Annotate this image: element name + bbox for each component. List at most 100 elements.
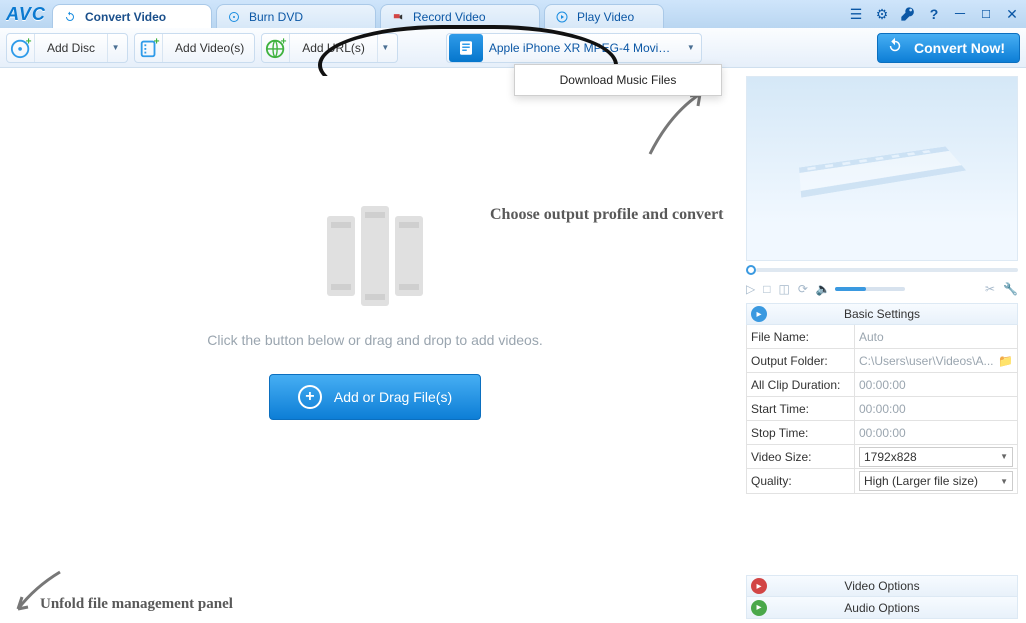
- speaker-icon: 🔈: [816, 282, 831, 296]
- add-disc-button[interactable]: + Add Disc ▼: [6, 33, 128, 63]
- prop-key: Quality:: [747, 469, 855, 493]
- preview-controls: ▷ □ ◫ ⟳ 🔈 ✂ 🔧: [746, 279, 1018, 299]
- right-panel: ▷ □ ◫ ⟳ 🔈 ✂ 🔧 ▸ Basic Settings File Name…: [746, 76, 1018, 619]
- stop-icon[interactable]: □: [763, 282, 770, 296]
- profile-format-icon: [449, 34, 483, 62]
- prop-value[interactable]: Auto: [855, 325, 1017, 348]
- section-label: Video Options: [844, 579, 919, 593]
- refresh-icon: [886, 37, 904, 58]
- menu-icon[interactable]: ☰: [848, 6, 864, 22]
- camera-icon: [391, 10, 405, 24]
- row-video-size: Video Size: 1792x828▼: [747, 445, 1017, 469]
- annotation-arrow-icon: [640, 84, 720, 164]
- add-disc-label: Add Disc: [41, 41, 101, 55]
- annotation-choose-profile: Choose output profile and convert: [490, 206, 724, 224]
- section-audio-options[interactable]: ▸ Audio Options: [746, 597, 1018, 619]
- drop-hint: Click the button below or drag and drop …: [207, 332, 542, 348]
- tab-record-video[interactable]: Record Video: [380, 4, 540, 28]
- tab-label: Burn DVD: [249, 10, 303, 24]
- prop-value[interactable]: 1792x828▼: [855, 445, 1017, 468]
- timeline-track[interactable]: [756, 268, 1018, 272]
- annotation-unfold-panel: Unfold file management panel: [40, 596, 233, 613]
- row-stop-time: Stop Time: 00:00:00: [747, 421, 1017, 445]
- filmstrip-icon: [799, 141, 972, 205]
- workspace: Click the button below or drag and drop …: [0, 68, 1026, 623]
- prop-key: Start Time:: [747, 397, 855, 420]
- tab-label: Record Video: [413, 10, 486, 24]
- expand-icon: ▸: [751, 578, 767, 594]
- section-label: Basic Settings: [844, 307, 920, 321]
- prop-value[interactable]: High (Larger file size)▼: [855, 469, 1017, 493]
- app-logo: AVC: [0, 0, 52, 28]
- prop-value: 00:00:00: [855, 373, 1017, 396]
- gear-icon[interactable]: ⚙: [874, 6, 890, 22]
- minimize-icon[interactable]: －: [952, 6, 968, 22]
- title-icons: ☰ ⚙ ? － ☐ ✕: [848, 0, 1026, 28]
- row-output-folder: Output Folder: C:\Users\user\Videos\A...…: [747, 349, 1017, 373]
- maximize-icon[interactable]: ☐: [978, 6, 994, 22]
- wrench-icon[interactable]: 🔧: [1003, 282, 1018, 296]
- row-clip-duration: All Clip Duration: 00:00:00: [747, 373, 1017, 397]
- svg-text:+: +: [25, 37, 31, 47]
- plus-icon: +: [298, 385, 322, 409]
- help-icon[interactable]: ?: [926, 6, 942, 22]
- preview-area: [746, 76, 1018, 261]
- section-basic-settings[interactable]: ▸ Basic Settings: [746, 303, 1018, 325]
- disc-add-icon: +: [7, 34, 35, 62]
- tab-burn-dvd[interactable]: Burn DVD: [216, 4, 376, 28]
- close-icon[interactable]: ✕: [1004, 6, 1020, 22]
- chevron-down-icon[interactable]: ▼: [377, 34, 393, 62]
- snapshot-icon[interactable]: ◫: [778, 282, 789, 296]
- tab-label: Convert Video: [85, 10, 166, 24]
- scissors-icon[interactable]: ✂: [985, 282, 995, 296]
- prop-key: Video Size:: [747, 445, 855, 468]
- globe-add-icon: +: [262, 34, 290, 62]
- add-urls-button[interactable]: + Add URL(s) ▼: [261, 33, 398, 63]
- section-video-options[interactable]: ▸ Video Options: [746, 575, 1018, 597]
- svg-text:+: +: [280, 37, 286, 47]
- convert-now-label: Convert Now!: [914, 40, 1005, 56]
- row-quality: Quality: High (Larger file size)▼: [747, 469, 1017, 493]
- menu-item-download-music[interactable]: Download Music Files: [515, 65, 721, 95]
- basic-settings-table: File Name: Auto Output Folder: C:\Users\…: [746, 325, 1018, 494]
- section-label: Audio Options: [844, 601, 919, 615]
- add-videos-button[interactable]: + Add Video(s): [134, 33, 255, 63]
- prop-value[interactable]: 00:00:00: [855, 397, 1017, 420]
- tab-convert-video[interactable]: Convert Video: [52, 4, 212, 28]
- play-icon: [555, 10, 569, 24]
- chevron-down-icon[interactable]: ▼: [107, 34, 123, 62]
- title-bar: AVC Convert Video Burn DVD Record Video …: [0, 0, 1026, 28]
- key-icon[interactable]: [900, 6, 916, 22]
- preview-timeline[interactable]: [746, 265, 1018, 275]
- play-icon[interactable]: ▷: [746, 282, 755, 296]
- film-add-icon: +: [135, 34, 163, 62]
- chevron-down-icon: ▼: [1000, 477, 1008, 486]
- placeholder-clips-icon: [315, 206, 435, 306]
- chevron-down-icon[interactable]: ▼: [683, 43, 699, 52]
- collapse-icon: ▸: [751, 306, 767, 322]
- row-file-name: File Name: Auto: [747, 325, 1017, 349]
- output-profile-button[interactable]: Apple iPhone XR MPEG-4 Movie (*.m... ▼: [446, 33, 702, 63]
- add-urls-menu: Download Music Files: [514, 64, 722, 96]
- timeline-handle-icon[interactable]: [746, 265, 756, 275]
- volume-slider[interactable]: 🔈: [816, 282, 905, 296]
- prop-value[interactable]: C:\Users\user\Videos\A...📁: [855, 349, 1017, 372]
- tab-play-video[interactable]: Play Video: [544, 4, 664, 28]
- convert-now-button[interactable]: Convert Now!: [877, 33, 1020, 63]
- prop-key: All Clip Duration:: [747, 373, 855, 396]
- prop-key: Stop Time:: [747, 421, 855, 444]
- rotate-icon[interactable]: ⟳: [798, 282, 808, 296]
- folder-icon[interactable]: 📁: [998, 354, 1013, 368]
- disc-icon: [227, 10, 241, 24]
- prop-key: File Name:: [747, 325, 855, 348]
- annotation-arrow-icon: [10, 567, 70, 617]
- add-files-label: Add or Drag File(s): [334, 389, 452, 405]
- add-files-button[interactable]: + Add or Drag File(s): [269, 374, 481, 420]
- output-profile-label: Apple iPhone XR MPEG-4 Movie (*.m...: [483, 41, 683, 55]
- tab-strip: Convert Video Burn DVD Record Video Play…: [52, 0, 848, 28]
- main-toolbar: + Add Disc ▼ + Add Video(s) + Add URL(s)…: [0, 28, 1026, 68]
- prop-value[interactable]: 00:00:00: [855, 421, 1017, 444]
- chevron-down-icon: ▼: [1000, 452, 1008, 461]
- tab-label: Play Video: [577, 10, 634, 24]
- drop-stage[interactable]: Click the button below or drag and drop …: [10, 76, 740, 619]
